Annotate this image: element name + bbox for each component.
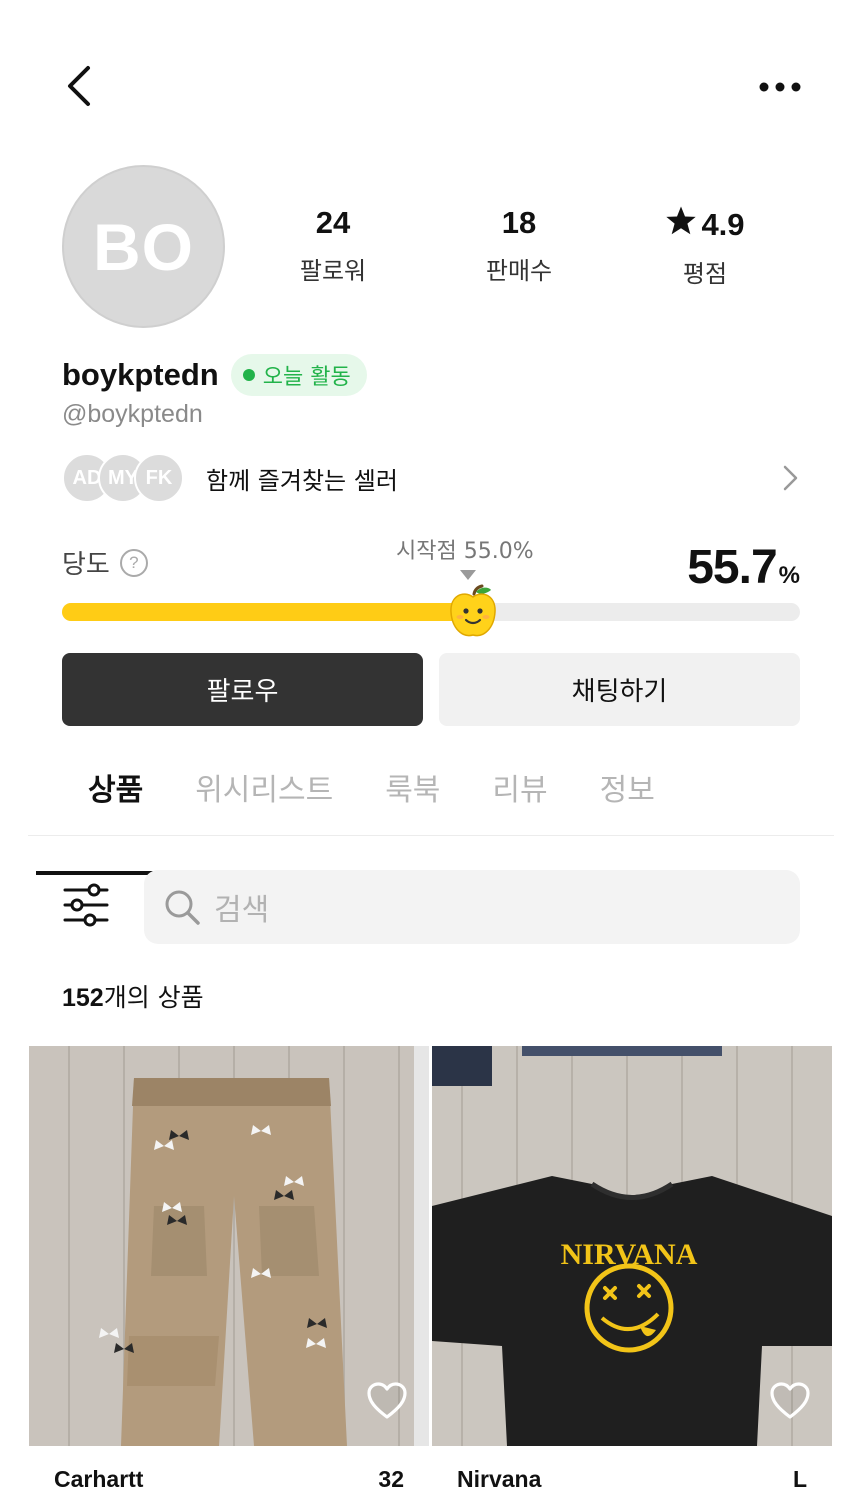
chevron-right-icon — [778, 464, 802, 492]
sugar-value-unit: % — [778, 562, 800, 589]
mini-avatar: FK — [134, 453, 184, 503]
username: boykptedn — [62, 357, 219, 392]
product-card[interactable]: NIRVANA Nirvana L — [432, 1046, 832, 1492]
product-image-nirvana[interactable]: NIRVANA — [432, 1046, 832, 1446]
sugar-progress-bar — [62, 603, 800, 621]
search-icon — [162, 887, 202, 927]
start-point-marker-icon — [459, 570, 476, 580]
product-count-suffix: 개의 상품 — [103, 983, 204, 1012]
tab-wishlist[interactable]: 위시리스트 — [195, 755, 333, 837]
tab-products[interactable]: 상품 — [35, 755, 170, 875]
sugar-label-text: 당도 — [62, 550, 110, 580]
start-point-label: 시작점 55.0% — [396, 539, 534, 564]
product-brand: Nirvana — [457, 1466, 542, 1492]
sales-label: 판매수 — [485, 257, 553, 285]
sales-count: 18 — [501, 205, 537, 240]
profile-tabs: 상품 위시리스트 룩북 리뷰 정보 — [35, 755, 707, 875]
shared-favorite-sellers[interactable]: AD MY FK 함께 즐겨찾는 셀러 — [62, 450, 802, 506]
search-input[interactable]: 검색 — [144, 870, 800, 944]
tab-reviews[interactable]: 리뷰 — [492, 755, 547, 837]
tab-info[interactable]: 정보 — [600, 755, 655, 837]
rating-stat[interactable]: 4.9 평점 — [630, 205, 780, 289]
chat-button[interactable]: 채팅하기 — [439, 653, 800, 726]
sugar-progress-fill — [62, 603, 474, 621]
product-count: 152개의 상품 — [62, 978, 204, 1014]
active-today-badge: 오늘 활동 — [230, 354, 367, 396]
sugar-level-value: 55.7 % — [687, 540, 800, 595]
filter-sliders-icon[interactable] — [62, 880, 110, 930]
avatar[interactable]: BO — [62, 165, 225, 328]
user-handle: @boykptedn — [62, 400, 203, 428]
sales-stat: 18 판매수 — [444, 205, 594, 286]
avatar-initials: BO — [93, 209, 194, 284]
mini-avatar-stack: AD MY FK — [62, 453, 184, 503]
product-card[interactable]: Carhartt 32 — [29, 1046, 429, 1492]
more-options-icon[interactable] — [752, 70, 808, 104]
top-bar — [0, 0, 844, 130]
product-meta: Carhartt 32 — [54, 1466, 404, 1493]
shared-favorite-label: 함께 즐겨찾는 셀러 — [206, 466, 398, 495]
search-placeholder: 검색 — [214, 893, 270, 928]
heart-icon[interactable] — [367, 1382, 407, 1420]
help-icon[interactable]: ? — [119, 548, 148, 577]
product-count-number: 152 — [62, 984, 104, 1012]
followers-count: 24 — [315, 205, 351, 240]
product-image-carhartt[interactable] — [29, 1046, 429, 1446]
product-brand: Carhartt — [54, 1466, 144, 1492]
follow-button[interactable]: 팔로우 — [62, 653, 423, 726]
followers-stat[interactable]: 24 팔로워 — [258, 205, 408, 286]
tab-lookbook[interactable]: 룩북 — [385, 755, 440, 837]
product-size: 32 — [378, 1466, 404, 1492]
sugar-level-label: 당도 ? — [62, 544, 148, 581]
apple-mascot-icon — [447, 584, 499, 640]
sugar-value-number: 55.7 — [687, 541, 777, 594]
active-badge-label: 오늘 활동 — [262, 365, 351, 390]
product-size: L — [792, 1466, 807, 1492]
product-meta: Nirvana L — [457, 1466, 807, 1493]
username-row: boykptedn 오늘 활동 — [62, 352, 367, 398]
rating-value: 4.9 — [701, 206, 745, 242]
rating-label: 평점 — [682, 260, 728, 288]
star-icon — [665, 205, 697, 244]
tabs-divider — [28, 835, 834, 836]
active-dot-icon — [242, 369, 255, 381]
back-icon[interactable] — [58, 60, 102, 112]
followers-label: 팔로워 — [299, 257, 367, 285]
heart-icon[interactable] — [770, 1382, 810, 1420]
